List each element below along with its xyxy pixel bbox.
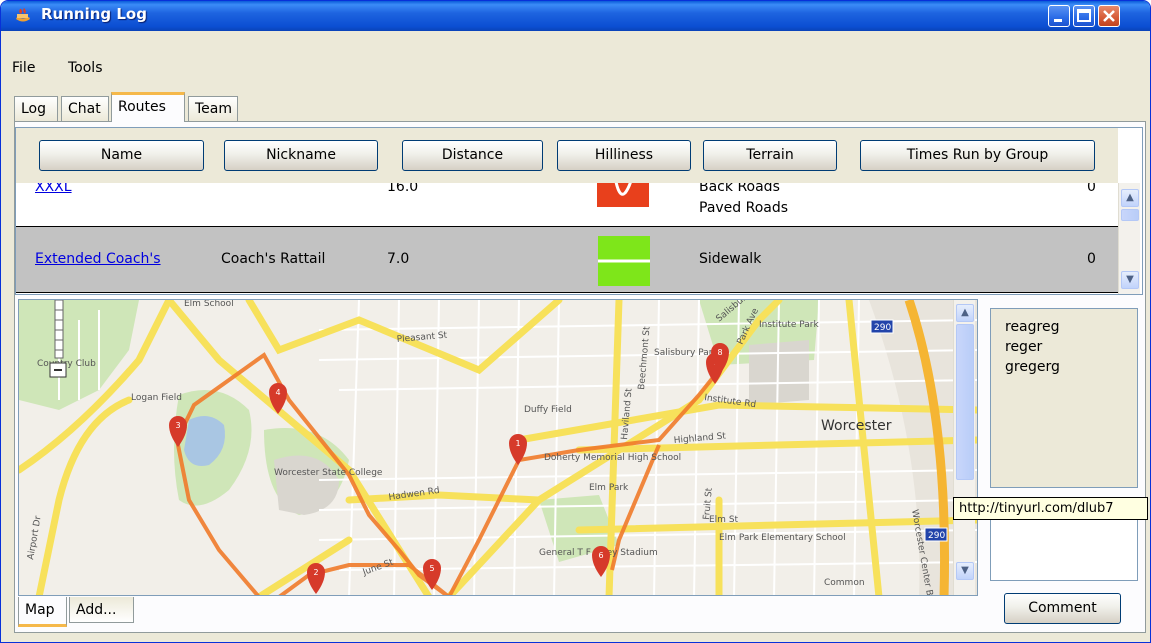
maximize-button[interactable]	[1073, 5, 1095, 27]
route-nickname: Coach's Rattail	[221, 251, 326, 267]
tab-team[interactable]: Team	[188, 96, 238, 121]
hilliness-hilly-icon	[597, 183, 649, 207]
tab-routes[interactable]: Routes	[111, 92, 185, 122]
svg-text:3: 3	[175, 421, 180, 430]
svg-text:5: 5	[429, 564, 434, 573]
route-terrain: Back Roads	[699, 183, 780, 195]
svg-text:2: 2	[313, 568, 318, 577]
close-button[interactable]	[1098, 5, 1120, 27]
tab-chat[interactable]: Chat	[61, 96, 109, 121]
svg-text:4: 4	[275, 388, 280, 397]
column-header-row: Name Nickname Distance Hilliness Terrain…	[16, 128, 1118, 183]
scroll-thumb[interactable]	[1121, 209, 1139, 221]
route-name-link[interactable]: Extended Coach's	[35, 251, 161, 267]
column-nickname-button[interactable]: Nickname	[224, 140, 378, 171]
scroll-up-button[interactable]: ▲	[956, 304, 974, 322]
maximize-icon	[1077, 9, 1091, 22]
menu-file[interactable]: File	[12, 60, 35, 76]
map-canvas[interactable]: Elm School Country Club Pleasant St Inst…	[19, 300, 978, 596]
route-distance: 16.0	[387, 183, 419, 195]
window-title: Running Log	[41, 5, 147, 23]
column-times-run-button[interactable]: Times Run by Group	[860, 140, 1095, 171]
menu-tools[interactable]: Tools	[68, 60, 103, 76]
route-290-shield: 290	[924, 527, 948, 542]
comment-item: gregerg	[1005, 359, 1060, 375]
comments-list[interactable]: reagreg reger gregerg	[990, 308, 1138, 488]
scroll-down-button[interactable]: ▼	[956, 562, 974, 580]
map-label-logan-field: Logan Field	[131, 393, 182, 403]
scroll-up-button[interactable]: ▲	[1121, 189, 1139, 207]
route-terrain-2: Paved Roads	[699, 200, 789, 216]
routes-table: Name Nickname Distance Hilliness Terrain…	[15, 127, 1143, 295]
comment-item: reagreg	[1005, 319, 1060, 335]
routes-tab-panel: Name Nickname Distance Hilliness Terrain…	[14, 121, 1148, 633]
java-coffee-icon	[16, 8, 30, 22]
scroll-thumb[interactable]	[956, 324, 974, 480]
map-label-common: Common	[824, 578, 865, 588]
svg-text:1: 1	[515, 439, 520, 448]
table-row[interactable]: XXXL 16.0 Back Roads Paved Roads 0	[16, 183, 1118, 227]
svg-text:6: 6	[598, 551, 603, 560]
minimize-icon	[1054, 19, 1062, 22]
map-label-institute-park: Institute Park	[759, 320, 819, 330]
map-label-worcester-state: Worcester State College	[274, 468, 383, 478]
map-scrollbar[interactable]: ▲ ▼	[953, 300, 975, 595]
tab-log[interactable]: Log	[14, 96, 58, 121]
route-distance: 7.0	[387, 251, 410, 267]
column-hilliness-button[interactable]: Hilliness	[557, 140, 691, 171]
routes-rows: XXXL 16.0 Back Roads Paved Roads 0 Exten…	[16, 183, 1118, 294]
map-label-worcester: Worcester	[821, 418, 892, 434]
comment-item: reger	[1005, 339, 1043, 355]
minimize-button[interactable]	[1048, 5, 1070, 27]
map-label-country-club: Country Club	[37, 359, 96, 369]
map-label-doherty: Doherty Memorial High School	[544, 453, 681, 463]
hilliness-flat-icon	[598, 236, 650, 286]
svg-text:290: 290	[928, 531, 945, 541]
table-row-selected[interactable]: Extended Coach's Coach's Rattail 7.0 Sid…	[16, 227, 1118, 293]
route-times-run: 0	[1087, 183, 1096, 195]
route-name-link[interactable]: XXXL	[35, 183, 72, 195]
tab-add[interactable]: Add...	[69, 597, 134, 623]
map-label-elm-park: Elm Park	[589, 483, 629, 493]
url-tooltip: http://tinyurl.com/dlub7	[953, 497, 1148, 520]
svg-text:8: 8	[717, 348, 722, 357]
close-icon	[1103, 10, 1115, 22]
comment-button[interactable]: Comment	[1004, 593, 1121, 624]
scroll-down-button[interactable]: ▼	[1121, 271, 1139, 289]
tab-map[interactable]: Map	[18, 597, 67, 627]
route-290-shield: 290	[870, 319, 894, 334]
route-terrain: Sidewalk	[699, 251, 762, 267]
column-name-button[interactable]: Name	[39, 140, 204, 171]
route-times-run: 0	[1087, 251, 1096, 267]
svg-text:290: 290	[874, 323, 891, 333]
map-label-elm-st: Elm St	[709, 515, 739, 525]
zoom-out-button[interactable]	[49, 362, 67, 378]
column-terrain-button[interactable]: Terrain	[703, 140, 837, 171]
column-distance-button[interactable]: Distance	[402, 140, 543, 171]
app-window: Running Log File Tools Log Chat Routes T…	[0, 0, 1151, 643]
map-zoom-slider[interactable]	[54, 300, 64, 359]
title-bar[interactable]: Running Log	[1, 1, 1150, 31]
route-map[interactable]: Elm School Country Club Pleasant St Inst…	[18, 299, 978, 596]
routes-scrollbar[interactable]: ▲ ▼	[1118, 183, 1140, 294]
map-label-duffy-field: Duffy Field	[524, 405, 572, 415]
map-label-elm-school: Elm School	[184, 300, 234, 309]
map-label-elm-park-school: Elm Park Elementary School	[719, 533, 846, 543]
